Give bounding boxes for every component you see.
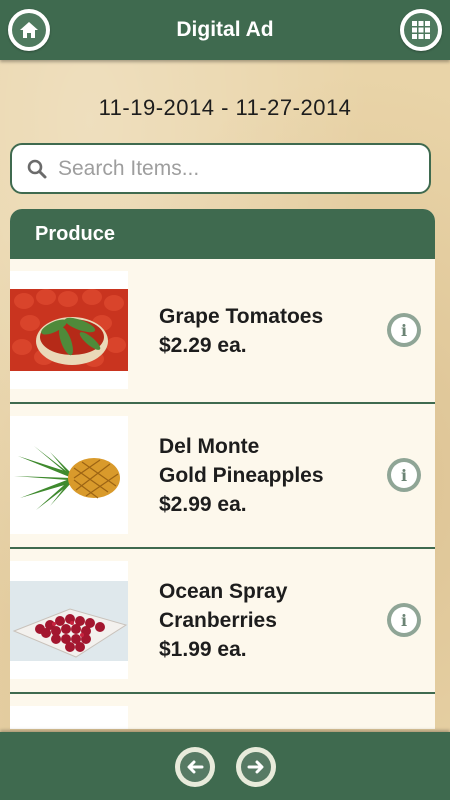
arrow-left-icon [187, 760, 204, 774]
info-icon: i [391, 317, 417, 343]
home-icon [20, 22, 38, 38]
list-item[interactable]: Ocean Spray Cranberries $1.99 ea. i [10, 549, 435, 694]
pineapple-image [10, 416, 128, 534]
home-button[interactable] [8, 9, 50, 51]
list-item[interactable]: Del Monte Gold Pineapples $2.99 ea. i [10, 404, 435, 549]
item-details: Ocean Spray Cranberries $1.99 ea. [159, 549, 379, 692]
grid-menu-icon [412, 21, 430, 39]
info-button[interactable]: i [387, 313, 421, 347]
info-icon: i [391, 462, 417, 488]
item-details: Del Monte Gold Pineapples $2.99 ea. [159, 404, 379, 547]
item-details: Grape Tomatoes $2.29 ea. [159, 259, 379, 402]
item-price: $2.29 ea. [159, 333, 247, 357]
search-icon [26, 158, 48, 180]
category-header: Produce [10, 209, 435, 259]
item-price: $2.99 ea. [159, 493, 247, 516]
search-box[interactable] [10, 143, 431, 194]
item-name: Ocean Spray Cranberries [159, 580, 288, 632]
page-title: Digital Ad [176, 18, 274, 41]
item-name: Del Monte Gold Pineapples [159, 435, 324, 487]
top-bar: Digital Ad [0, 0, 450, 60]
next-page-button[interactable] [236, 747, 276, 787]
arrow-right-icon [247, 760, 264, 774]
info-button[interactable]: i [387, 603, 421, 637]
ad-date-range: 11-19-2014 - 11-27-2014 [98, 95, 352, 120]
grape-tomatoes-image [10, 271, 128, 389]
previous-page-button[interactable] [175, 747, 215, 787]
info-button[interactable]: i [387, 458, 421, 492]
cranberries-image [10, 561, 128, 679]
item-price: $1.99 ea. [159, 638, 247, 661]
grid-menu-button[interactable] [400, 9, 442, 51]
list-item[interactable] [10, 694, 435, 729]
category-panel: Produce Grape Tomatoes $2.29 ea. i Del M… [10, 209, 435, 729]
item-name: Grape Tomatoes [159, 304, 324, 328]
info-icon: i [391, 607, 417, 633]
list-item[interactable]: Grape Tomatoes $2.29 ea. i [10, 259, 435, 404]
bottom-bar [0, 732, 450, 800]
partial-item-image [10, 706, 128, 729]
search-input[interactable] [56, 155, 420, 182]
